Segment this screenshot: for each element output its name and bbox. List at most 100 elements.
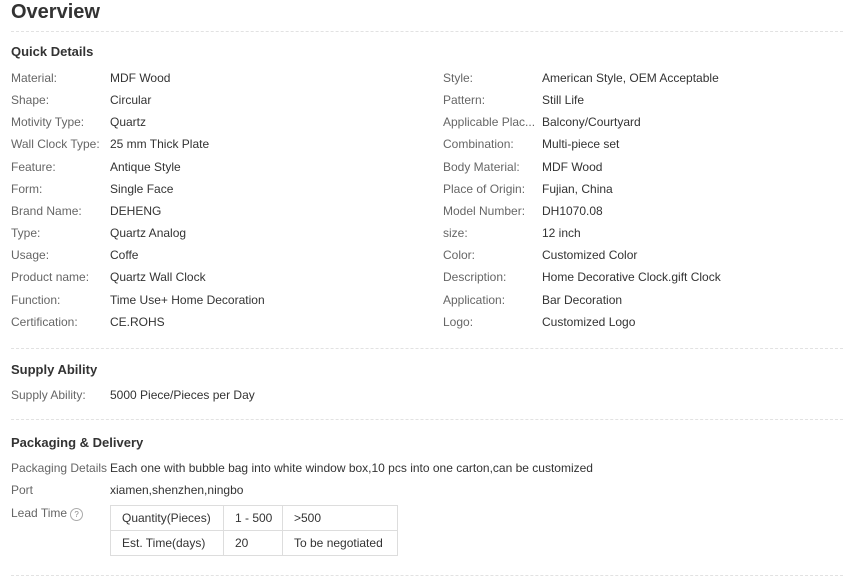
detail-label: size: xyxy=(443,226,468,240)
table-row: Quantity(Pieces) 1 - 500 >500 xyxy=(110,505,398,531)
detail-label: Pattern: xyxy=(443,93,486,107)
packaging-delivery-title: Packaging & Delivery xyxy=(11,435,144,450)
detail-value: Bar Decoration xyxy=(542,293,623,307)
detail-label: Body Material: xyxy=(443,160,520,174)
detail-value: Still Life xyxy=(542,93,585,107)
detail-row: Logo: Customized Logo xyxy=(443,314,843,330)
detail-label: Feature: xyxy=(11,160,56,174)
detail-label: Logo: xyxy=(443,315,474,329)
port-label: Port xyxy=(11,483,34,497)
detail-row: Style: American Style, OEM Acceptable xyxy=(443,70,843,86)
table-cell: To be negotiated xyxy=(282,530,398,556)
table-cell: 20 xyxy=(223,530,283,556)
supply-ability-title: Supply Ability xyxy=(11,362,98,377)
detail-label: Shape: xyxy=(11,93,50,107)
detail-value: MDF Wood xyxy=(110,71,171,85)
detail-value: 25 mm Thick Plate xyxy=(110,137,210,151)
lead-time-row: Lead Time? xyxy=(11,505,109,521)
detail-value: Quartz xyxy=(110,115,147,129)
detail-label: Usage: xyxy=(11,248,50,262)
detail-label: Style: xyxy=(443,71,474,85)
detail-row: Motivity Type: Quartz xyxy=(11,114,431,130)
detail-value: Antique Style xyxy=(110,160,181,174)
product-overview-page: Overview Quick Details Material: MDF Wood… xyxy=(0,0,848,578)
divider xyxy=(11,348,843,349)
detail-label: Material: xyxy=(11,71,58,85)
detail-row: Model Number: DH1070.08 xyxy=(443,203,843,219)
detail-value: American Style, OEM Acceptable xyxy=(542,71,719,85)
supply-ability-value: 5000 Piece/Pieces per Day xyxy=(110,388,255,402)
detail-row: Description: Home Decorative Clock.gift C… xyxy=(443,269,843,285)
detail-label: Type: xyxy=(11,226,41,240)
detail-row: Color: Customized Color xyxy=(443,247,843,263)
detail-row: Place of Origin: Fujian, China xyxy=(443,181,843,197)
detail-row: Combination: Multi-piece set xyxy=(443,136,843,152)
detail-value: Fujian, China xyxy=(542,182,613,196)
quick-details-title: Quick Details xyxy=(11,44,94,59)
table-cell: 1 - 500 xyxy=(223,505,283,531)
port-value: xiamen,shenzhen,ningbo xyxy=(110,483,244,497)
detail-label: Place of Origin: xyxy=(443,182,526,196)
detail-row: Application: Bar Decoration xyxy=(443,292,843,308)
divider xyxy=(11,419,843,420)
detail-label: Application: xyxy=(443,293,506,307)
detail-row: Product name: Quartz Wall Clock xyxy=(11,269,431,285)
detail-row: Brand Name: DEHENG xyxy=(11,203,431,219)
detail-row: size: 12 inch xyxy=(443,225,843,241)
detail-row: Certification: CE.ROHS xyxy=(11,314,431,330)
detail-label: Function: xyxy=(11,293,61,307)
table-row: Est. Time(days) 20 To be negotiated xyxy=(110,530,398,556)
lead-time-label: Lead Time xyxy=(11,506,68,520)
detail-value: Customized Color xyxy=(542,248,638,262)
lead-time-table: Quantity(Pieces) 1 - 500 >500 Est. Time(… xyxy=(110,505,398,556)
table-cell: Est. Time(days) xyxy=(110,530,224,556)
detail-value: Time Use+ Home Decoration xyxy=(110,293,265,307)
packaging-details-label: Packaging Details xyxy=(11,461,108,475)
detail-value: Balcony/Courtyard xyxy=(542,115,641,129)
detail-row: Pattern: Still Life xyxy=(443,92,843,108)
packaging-details-value: Each one with bubble bag into white wind… xyxy=(110,461,593,475)
detail-value: CE.ROHS xyxy=(110,315,165,329)
detail-value: Multi-piece set xyxy=(542,137,620,151)
detail-row: Material: MDF Wood xyxy=(11,70,431,86)
detail-row: Type: Quartz Analog xyxy=(11,225,431,241)
detail-value: Quartz Analog xyxy=(110,226,187,240)
supply-ability-row: Supply Ability: 5000 Piece/Pieces per Da… xyxy=(11,387,411,403)
detail-value: DEHENG xyxy=(110,204,162,218)
detail-row: Wall Clock Type: 25 mm Thick Plate xyxy=(11,136,431,152)
detail-value: Circular xyxy=(110,93,152,107)
detail-row: Body Material: MDF Wood xyxy=(443,159,843,175)
detail-label: Motivity Type: xyxy=(11,115,85,129)
port-row: Port xiamen,shenzhen,ningbo xyxy=(11,482,411,498)
detail-label: Applicable Plac... xyxy=(443,115,536,129)
detail-value: Quartz Wall Clock xyxy=(110,270,206,284)
detail-label: Combination: xyxy=(443,137,514,151)
divider xyxy=(11,31,843,32)
detail-value: Single Face xyxy=(110,182,174,196)
detail-label: Form: xyxy=(11,182,43,196)
detail-label: Brand Name: xyxy=(11,204,82,218)
divider xyxy=(11,575,843,576)
detail-value: 12 inch xyxy=(542,226,581,240)
detail-label: Wall Clock Type: xyxy=(11,137,100,151)
detail-value: MDF Wood xyxy=(542,160,603,174)
detail-value: Home Decorative Clock.gift Clock xyxy=(542,270,721,284)
detail-label: Certification: xyxy=(11,315,78,329)
detail-label: Color: xyxy=(443,248,476,262)
detail-value: DH1070.08 xyxy=(542,204,603,218)
help-icon[interactable]: ? xyxy=(70,508,84,521)
page-title: Overview xyxy=(11,1,100,23)
detail-value: Customized Logo xyxy=(542,315,636,329)
detail-row: Form: Single Face xyxy=(11,181,431,197)
supply-ability-label: Supply Ability: xyxy=(11,388,86,402)
detail-row: Feature: Antique Style xyxy=(11,159,431,175)
table-cell: Quantity(Pieces) xyxy=(110,505,224,531)
detail-label: Product name: xyxy=(11,270,90,284)
detail-row: Shape: Circular xyxy=(11,92,431,108)
detail-label: Description: xyxy=(443,270,507,284)
detail-label: Model Number: xyxy=(443,204,526,218)
detail-value: Coffe xyxy=(110,248,139,262)
packaging-details-row: Packaging Details Each one with bubble b… xyxy=(11,460,711,476)
detail-row: Usage: Coffe xyxy=(11,247,431,263)
detail-row: Applicable Plac... Balcony/Courtyard xyxy=(443,114,843,130)
